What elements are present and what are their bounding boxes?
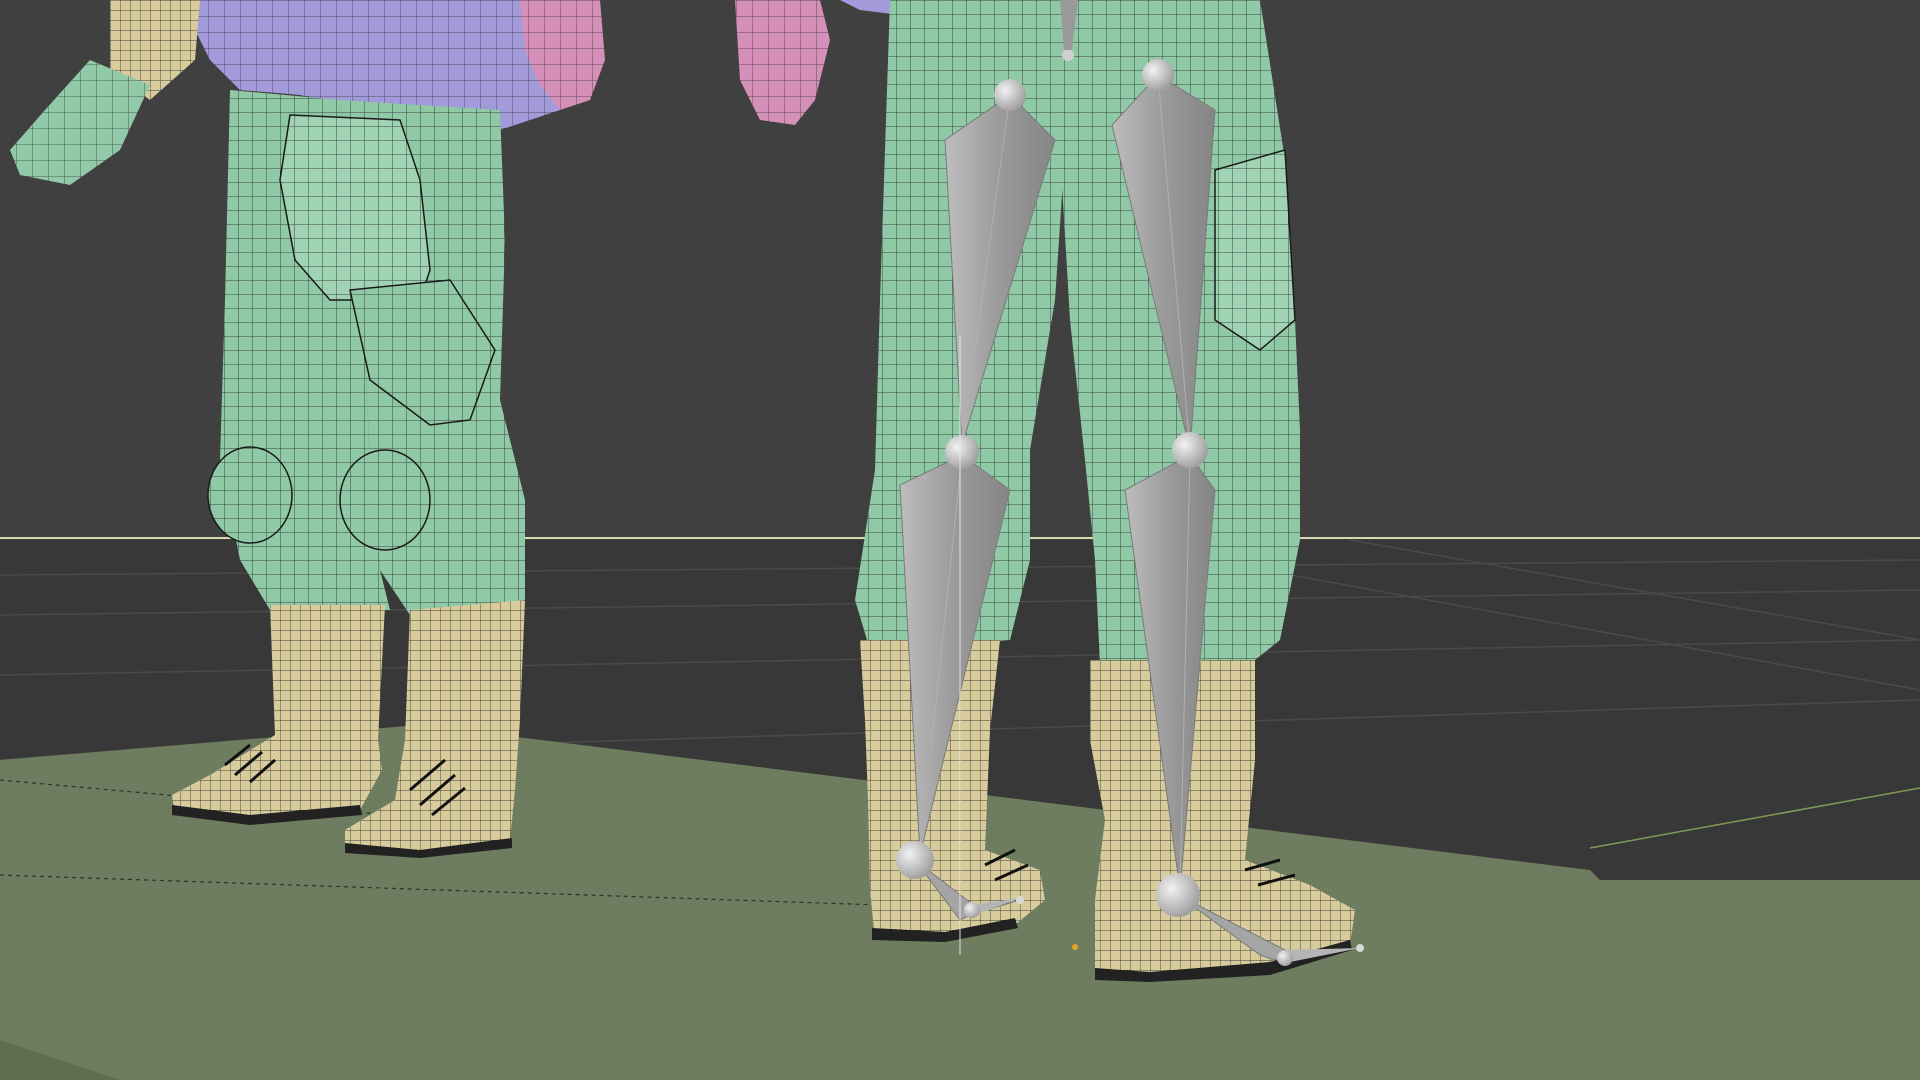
joint-foot-right[interactable]	[1277, 950, 1293, 966]
viewport-canvas[interactable]	[0, 0, 1920, 1080]
joint-foot-left[interactable]	[964, 902, 980, 918]
joint-ankle-left[interactable]	[896, 841, 934, 879]
joint-toe-left[interactable]	[1016, 896, 1024, 904]
object-origin-dot[interactable]	[1072, 944, 1078, 950]
joint-knee-right[interactable]	[1172, 432, 1208, 468]
joint-ankle-right[interactable]	[1156, 873, 1200, 917]
joint-top-tail[interactable]	[1062, 49, 1074, 61]
joint-hip-right[interactable]	[1142, 59, 1174, 91]
joint-hip-left[interactable]	[994, 79, 1026, 111]
joint-knee-left[interactable]	[945, 435, 979, 469]
joint-toe-right[interactable]	[1356, 944, 1364, 952]
3d-viewport[interactable]	[0, 0, 1920, 1080]
